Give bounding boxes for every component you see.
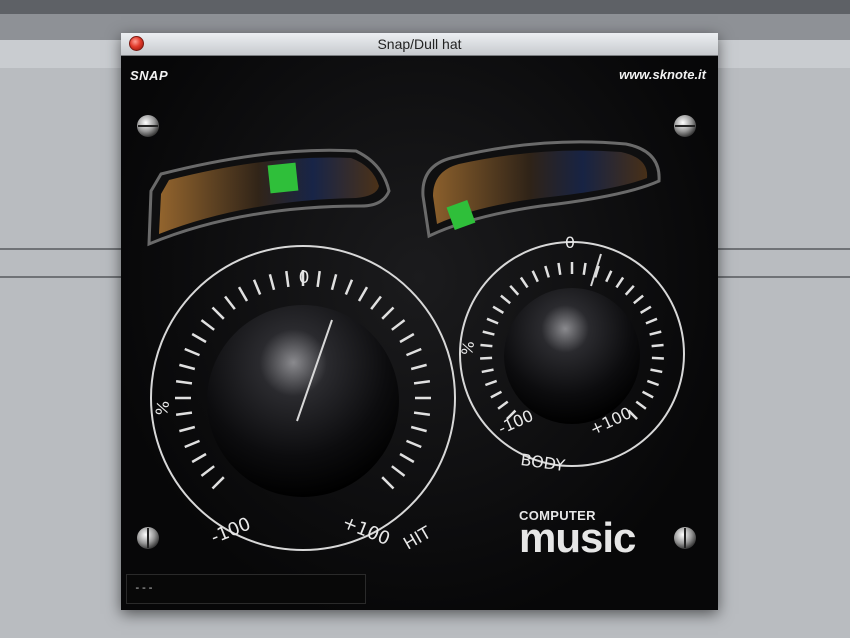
body-dial-tick: [481, 368, 494, 374]
screw-icon: [674, 527, 696, 549]
hit-knob-label: HIT: [400, 523, 435, 555]
hit-dial-tick: [410, 363, 427, 371]
hit-meter: [147, 148, 391, 247]
hit-min-label: -100: [208, 514, 254, 549]
body-zero-label: 0: [565, 233, 575, 252]
hit-dial-tick: [405, 439, 422, 449]
hit-dial-tick: [344, 279, 354, 296]
hit-dial-tick: [413, 411, 431, 416]
body-dial-tick: [615, 276, 625, 289]
screw-icon: [674, 115, 696, 137]
hit-dial-tick: [399, 332, 415, 344]
body-dial-tick: [645, 317, 658, 325]
hit-dial-tick: [381, 306, 395, 320]
hit-dial-tick: [179, 363, 196, 371]
body-dial-tick: [544, 265, 550, 278]
hit-dial-tick: [405, 347, 422, 357]
website-link[interactable]: www.sknote.it: [619, 67, 706, 82]
body-dial-tick: [635, 400, 647, 410]
body-dial-tick: [582, 262, 587, 276]
hit-dial-tick: [184, 347, 201, 357]
body-dial-tick: [641, 390, 654, 399]
hit-dial-tick: [285, 270, 290, 288]
hit-dial-tick: [399, 452, 415, 464]
logo-bottom: music: [519, 514, 636, 561]
hit-dial-tick: [191, 452, 207, 464]
hit-dial-tick: [391, 465, 406, 477]
body-dial-tick: [519, 276, 529, 289]
body-dial-tick: [649, 330, 662, 336]
body-dial-tick: [646, 379, 660, 387]
hit-dial-tick: [175, 380, 193, 385]
hit-dial-tick: [237, 286, 249, 302]
body-dial-tick: [484, 379, 498, 387]
hit-dial-tick: [175, 411, 193, 416]
body-dial-tick: [492, 305, 505, 314]
hit-dial-tick: [330, 274, 338, 291]
host-toolbar: [0, 0, 850, 14]
body-dial-tick: [639, 305, 652, 314]
plugin-panel: 0 % -100 +100 HIT 0 % -100 +100 BODY SNA…: [121, 56, 718, 610]
hit-unit-label: %: [152, 399, 173, 417]
hit-dial-tick: [191, 332, 207, 344]
body-dial-tick: [482, 330, 495, 336]
hit-dial-tick: [200, 319, 215, 331]
hit-zero-label: 0: [299, 268, 310, 288]
value-display: ---: [126, 574, 366, 604]
window-title: Snap/Dull hat: [377, 36, 462, 52]
hit-dial-tick: [413, 380, 431, 385]
body-dial-tick: [650, 368, 663, 374]
body-unit-label: %: [458, 340, 478, 357]
plugin-name: SNAP: [130, 68, 169, 83]
body-dial-tick: [624, 284, 635, 296]
hit-indicator: [267, 162, 299, 194]
hit-dial-tick: [211, 306, 225, 320]
body-dial-tick: [497, 400, 509, 410]
hit-dial-tick: [184, 439, 201, 449]
body-dial-tick: [557, 262, 562, 276]
hit-dial-tick: [410, 425, 427, 433]
hit-dial-tick: [370, 295, 382, 310]
hit-dial-tick: [381, 476, 395, 490]
screw-icon: [137, 115, 159, 137]
hit-dial-tick: [391, 319, 406, 331]
hit-dial-tick: [211, 476, 225, 490]
hit-knob[interactable]: [207, 305, 399, 497]
hit-dial-tick: [200, 465, 215, 477]
body-dial-tick: [605, 270, 613, 283]
body-knob-label: BODY: [519, 450, 566, 475]
body-dial-tick: [480, 343, 493, 348]
hit-dial-tick: [268, 274, 276, 291]
body-dial-tick: [509, 284, 520, 296]
body-dial-tick: [500, 294, 511, 305]
body-dial-tick: [480, 356, 493, 360]
hit-dial-tick: [179, 425, 196, 433]
body-meter: [421, 140, 661, 239]
body-dial-tick: [490, 390, 503, 399]
body-dial-tick: [531, 270, 539, 283]
hit-dial-tick: [357, 286, 369, 302]
screw-icon: [137, 527, 159, 549]
body-min-label: -100: [495, 406, 536, 438]
hit-dial-tick: [252, 279, 262, 296]
hit-dial-tick: [224, 295, 236, 310]
body-dial-tick: [486, 317, 499, 325]
body-dial-tick: [651, 356, 664, 360]
hit-dial-tick: [316, 270, 321, 288]
body-dial-tick: [651, 343, 664, 348]
plugin-window: Snap/Dull hat 0 % -100 +100 HIT 0 % -100…: [121, 33, 718, 610]
window-titlebar[interactable]: Snap/Dull hat: [121, 33, 718, 56]
body-knob[interactable]: [504, 253, 640, 424]
body-dial-tick: [633, 294, 644, 305]
computer-music-logo: COMPUTER music: [519, 508, 636, 561]
